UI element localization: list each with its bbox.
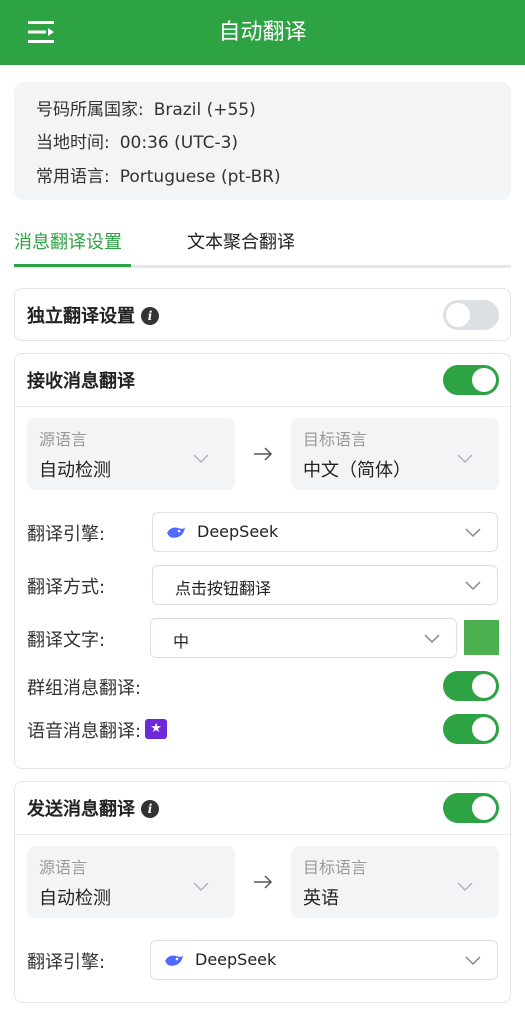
send-source-language-select[interactable]: 源语言 自动检测 [27, 846, 235, 918]
chevron-down-icon [457, 882, 473, 892]
active-tab-indicator [14, 264, 131, 267]
chevron-down-icon [457, 454, 473, 464]
toggle-knob [446, 303, 470, 327]
tab-bar: 消息翻译设置 文本聚合翻译 [14, 216, 511, 268]
independent-settings-label: 独立翻译设置 [27, 306, 135, 327]
common-language-value: Portuguese (pt-BR) [119, 167, 281, 187]
receive-text-value: 中 [173, 632, 190, 651]
tab-message-translation[interactable]: 消息翻译设置 [14, 228, 122, 254]
send-engine-select[interactable]: DeepSeek [150, 940, 498, 980]
local-time-label: 当地时间: [36, 133, 110, 153]
receive-translation-header: 接收消息翻译 [15, 354, 510, 406]
independent-settings-toggle[interactable] [443, 300, 499, 330]
send-translation-label: 发送消息翻译 [27, 799, 135, 820]
target-language-label: 目标语言 [303, 430, 368, 449]
common-language-row: 常用语言: Portuguese (pt-BR) [36, 162, 281, 187]
number-info-card: 号码所属国家: Brazil (+55) 当地时间: 00:36 (UTC-3) 常… [14, 82, 511, 200]
independent-settings-title: 独立翻译设置 i [27, 302, 159, 328]
country-value: Brazil (+55) [153, 100, 256, 120]
premium-star-icon: ★ [145, 719, 168, 739]
arrow-right-icon [254, 447, 273, 461]
group-translation-label: 群组消息翻译: [27, 678, 142, 699]
toggle-knob [472, 368, 496, 392]
arrow-right-icon [254, 875, 273, 889]
receive-translation-panel: 接收消息翻译 源语言 自动检测 目标语言 中文（简体） 翻译引擎: DeepSe… [14, 353, 511, 769]
receive-mode-label: 翻译方式: [27, 577, 106, 598]
send-engine-label: 翻译引擎: [27, 952, 106, 973]
send-target-language-select[interactable]: 目标语言 英语 [291, 846, 499, 918]
receive-mode-select[interactable]: 点击按钮翻译 [152, 565, 498, 605]
tab-text-aggregate-translation[interactable]: 文本聚合翻译 [187, 228, 295, 254]
toggle-knob [472, 717, 496, 741]
independent-settings-panel: 独立翻译设置 i [14, 288, 511, 341]
receive-engine-label: 翻译引擎: [27, 524, 106, 545]
receive-translation-title: 接收消息翻译 [27, 371, 135, 392]
source-language-value: 自动检测 [39, 460, 111, 481]
voice-translation-row: 语音消息翻译: ★ [27, 717, 168, 743]
country-row: 号码所属国家: Brazil (+55) [36, 95, 256, 120]
text-color-swatch[interactable] [464, 620, 499, 655]
receive-engine-select[interactable]: DeepSeek [152, 512, 498, 552]
deepseek-icon [165, 955, 183, 966]
toggle-knob [472, 674, 496, 698]
chevron-down-icon [465, 581, 481, 591]
send-translation-header: 发送消息翻译 i [15, 782, 510, 834]
chevron-down-icon [193, 454, 209, 464]
target-language-label: 目标语言 [303, 858, 368, 877]
local-time-row: 当地时间: 00:36 (UTC-3) [36, 128, 238, 153]
target-language-value: 中文（简体） [303, 460, 411, 481]
receive-engine-value: DeepSeek [197, 522, 279, 541]
send-translation-toggle[interactable] [443, 793, 499, 823]
divider [15, 406, 510, 407]
country-label: 号码所属国家: [36, 100, 144, 120]
source-language-label: 源语言 [39, 858, 88, 877]
top-bar: 自动翻译 [0, 0, 525, 65]
deepseek-icon [167, 527, 185, 538]
receive-text-size-select[interactable]: 中 [150, 618, 457, 658]
chevron-down-icon [424, 634, 440, 644]
chevron-down-icon [193, 882, 209, 892]
local-time-value: 00:36 (UTC-3) [119, 133, 239, 153]
send-engine-value: DeepSeek [195, 950, 277, 969]
voice-translation-label: 语音消息翻译: [27, 721, 142, 742]
page-title: 自动翻译 [218, 20, 307, 45]
target-language-value: 英语 [303, 888, 339, 909]
receive-mode-value: 点击按钮翻译 [175, 579, 272, 598]
source-language-value: 自动检测 [39, 888, 111, 909]
voice-translation-toggle[interactable] [443, 714, 499, 744]
divider [15, 834, 510, 835]
receive-text-label: 翻译文字: [27, 630, 106, 651]
toggle-knob [472, 796, 496, 820]
receive-source-language-select[interactable]: 源语言 自动检测 [27, 418, 235, 490]
info-icon[interactable]: i [141, 800, 159, 818]
chevron-down-icon [465, 956, 481, 966]
group-translation-toggle[interactable] [443, 671, 499, 701]
send-translation-title: 发送消息翻译 i [27, 795, 159, 821]
common-language-label: 常用语言: [36, 167, 110, 187]
info-icon[interactable]: i [141, 307, 159, 325]
receive-translation-toggle[interactable] [443, 365, 499, 395]
source-language-label: 源语言 [39, 430, 88, 449]
receive-target-language-select[interactable]: 目标语言 中文（简体） [291, 418, 499, 490]
chevron-down-icon [465, 528, 481, 538]
send-translation-panel: 发送消息翻译 i 源语言 自动检测 目标语言 英语 翻译引擎: DeepSeek [14, 781, 511, 1003]
